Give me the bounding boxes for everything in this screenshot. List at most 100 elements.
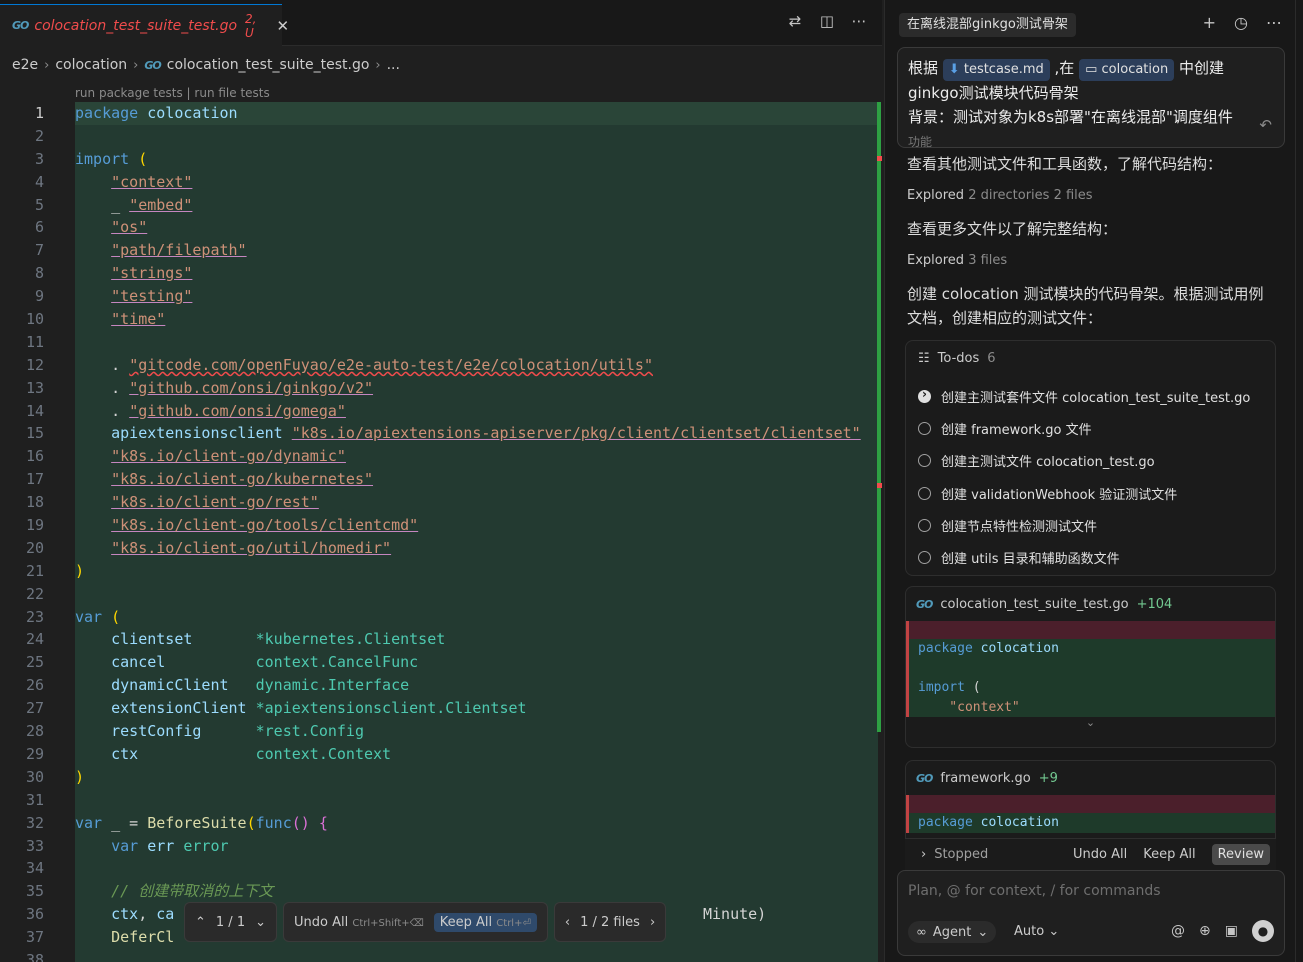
todo-item[interactable]: 创建节点特性检测测试文件 xyxy=(918,516,1097,535)
globe-icon[interactable]: ⊕ xyxy=(1199,923,1211,939)
diff-header[interactable]: GO framework.go +9 xyxy=(906,761,1275,795)
code-line[interactable]: 4 "context" xyxy=(0,171,882,194)
code-line[interactable]: 8 "strings" xyxy=(0,262,882,285)
chevron-right-icon[interactable]: › xyxy=(921,847,926,862)
code-line[interactable]: 27 extensionClient *apiextensionsclient.… xyxy=(0,697,882,720)
code-line[interactable]: 26 dynamicClient dynamic.Interface xyxy=(0,674,882,697)
code-line[interactable]: 38 xyxy=(0,949,882,962)
code-line[interactable]: 3 import ( xyxy=(0,148,882,171)
more-actions-icon[interactable]: ⋯ xyxy=(850,12,868,30)
user-message[interactable]: 根据 ⬇ testcase.md ,在 ▭ colocation 中创建 gin… xyxy=(897,47,1285,148)
model-label: Auto xyxy=(1014,924,1045,939)
line-number: 9 xyxy=(34,287,44,306)
code-line[interactable]: 30) xyxy=(0,766,882,789)
pending-circle-icon xyxy=(918,487,931,500)
review-button[interactable]: Review xyxy=(1211,844,1270,865)
code-line[interactable]: 22 xyxy=(0,583,882,606)
diff-header[interactable]: GO colocation_test_suite_test.go +104 xyxy=(906,587,1275,621)
todo-item[interactable]: 创建主测试套件文件 colocation_test_suite_test.go xyxy=(918,387,1250,406)
codelens[interactable]: run package tests | run file tests xyxy=(75,86,270,100)
chevron-down-icon[interactable]: ⌄ xyxy=(255,915,266,930)
code-line[interactable]: 20 "k8s.io/client-go/util/homedir" xyxy=(0,537,882,560)
explored-summary[interactable]: Explored 3 files xyxy=(907,253,1007,268)
code-line[interactable]: 16 "k8s.io/client-go/dynamic" xyxy=(0,445,882,468)
new-chat-icon[interactable]: + xyxy=(1203,13,1216,32)
code-line[interactable]: 12 . "gitcode.com/openFuyao/e2e-auto-tes… xyxy=(0,354,882,377)
split-editor-icon[interactable]: ◫ xyxy=(818,12,836,30)
file-diff-card[interactable]: GO colocation_test_suite_test.go +104 pa… xyxy=(905,586,1276,748)
breadcrumb-item[interactable]: colocation xyxy=(55,57,127,73)
folder-context-chip[interactable]: ▭ colocation xyxy=(1079,59,1175,81)
code-text: restConfig *rest.Config xyxy=(111,722,364,741)
code-line[interactable]: 2 xyxy=(0,125,882,148)
code-line[interactable]: 35 // 创建带取消的上下文 xyxy=(0,880,882,903)
expand-chevron-icon[interactable]: ⌄ xyxy=(906,717,1275,731)
more-icon[interactable]: ⋯ xyxy=(1266,13,1282,32)
todo-item[interactable]: 创建主测试文件 colocation_test.go xyxy=(918,451,1155,470)
composer-input[interactable]: Plan, @ for context, / for commands xyxy=(908,883,1161,899)
undo-all-button[interactable]: Undo All Ctrl+Shift+⌫ xyxy=(294,915,424,930)
code-line[interactable]: 18 "k8s.io/client-go/rest" xyxy=(0,491,882,514)
editor-tab[interactable]: GO colocation_test_suite_test.go 2, U ✕ xyxy=(0,4,289,46)
todo-item[interactable]: 创建 utils 目录和辅助函数文件 xyxy=(918,548,1120,567)
code-text: ctx, ca Minute) xyxy=(75,903,766,926)
code-line[interactable]: 17 "k8s.io/client-go/kubernetes" xyxy=(0,468,882,491)
code-line[interactable]: 15 apiextensionsclient "k8s.io/apiextens… xyxy=(0,422,882,445)
code-line[interactable]: 31 xyxy=(0,789,882,812)
compare-changes-icon[interactable]: ⇄ xyxy=(786,12,804,30)
image-icon[interactable]: ▣ xyxy=(1225,923,1238,939)
code-line[interactable]: 21) xyxy=(0,560,882,583)
code-line[interactable]: 7 "path/filepath" xyxy=(0,239,882,262)
diff-deleted-row xyxy=(906,795,1275,813)
line-number: 18 xyxy=(25,493,44,512)
chevron-left-icon[interactable]: ‹ xyxy=(565,915,570,930)
code-line[interactable]: 23 var ( xyxy=(0,606,882,629)
code-text: // 创建带取消的上下文 xyxy=(111,882,274,901)
code-line[interactable]: 6 "os" xyxy=(0,216,882,239)
code-line[interactable]: 24 clientset *kubernetes.Clientset xyxy=(0,628,882,651)
code-line[interactable]: 32 var _ = BeforeSuite(func() { xyxy=(0,812,882,835)
agent-mode-dropdown[interactable]: ∞ Agent ⌄ xyxy=(908,921,997,943)
chevron-up-icon[interactable]: ⌃ xyxy=(195,915,206,930)
code-lines[interactable]: 1 package colocation 2 3 import (4 "context"… xyxy=(0,102,882,962)
code-line[interactable]: 11 xyxy=(0,331,882,354)
in-progress-icon xyxy=(918,387,931,403)
todo-header[interactable]: ☷ To-dos 6 xyxy=(918,351,996,366)
code-line[interactable]: 9 "testing" xyxy=(0,285,882,308)
close-icon[interactable]: ✕ xyxy=(277,17,290,35)
todo-label: 创建 validationWebhook 验证测试文件 xyxy=(941,488,1178,503)
explored-summary[interactable]: Explored 2 directories 2 files xyxy=(907,188,1093,203)
code-line[interactable]: 13 . "github.com/onsi/ginkgo/v2" xyxy=(0,377,882,400)
code-line[interactable]: 25 cancel context.CancelFunc xyxy=(0,651,882,674)
model-dropdown[interactable]: Auto ⌄ xyxy=(1014,924,1059,939)
keep-all-button[interactable]: Keep All xyxy=(1143,847,1195,862)
code-line[interactable]: 10 "time" xyxy=(0,308,882,331)
chat-tab[interactable]: 在离线混部ginkgo测试骨架 xyxy=(899,13,1076,37)
change-counter: 1 / 1 xyxy=(215,914,246,930)
history-icon[interactable]: ◷ xyxy=(1234,13,1248,32)
microphone-icon[interactable]: ● xyxy=(1252,920,1274,942)
chat-header-actions: + ◷ ⋯ xyxy=(1203,13,1282,32)
code-line[interactable]: 19 "k8s.io/client-go/tools/clientcmd" xyxy=(0,514,882,537)
mention-icon[interactable]: @ xyxy=(1171,923,1185,939)
code-line[interactable]: 1 package colocation xyxy=(0,102,882,125)
chevron-right-icon[interactable]: › xyxy=(650,915,655,930)
code-line[interactable]: 29 ctx context.Context xyxy=(0,743,882,766)
breadcrumb-item[interactable]: colocation_test_suite_test.go xyxy=(167,57,370,73)
line-number: 35 xyxy=(25,882,44,901)
code-line[interactable]: 33 var err error xyxy=(0,835,882,858)
todo-item[interactable]: 创建 validationWebhook 验证测试文件 xyxy=(918,484,1177,503)
code-line[interactable]: 14 . "github.com/onsi/gomega" xyxy=(0,400,882,423)
code-line[interactable]: 5 _ "embed" xyxy=(0,194,882,217)
breadcrumb-item[interactable]: e2e xyxy=(12,57,38,73)
assistant-message: 查看更多文件以了解完整结构： xyxy=(907,220,1118,238)
undo-all-button[interactable]: Undo All xyxy=(1073,847,1127,862)
todo-item[interactable]: 创建 framework.go 文件 xyxy=(918,419,1092,438)
restore-icon[interactable]: ↶ xyxy=(1259,113,1272,137)
code-line[interactable]: 28 restConfig *rest.Config xyxy=(0,720,882,743)
file-navigator: ‹ 1 / 2 files › xyxy=(553,902,667,942)
code-line[interactable]: 34 xyxy=(0,857,882,880)
breadcrumb-item[interactable]: ... xyxy=(387,57,400,73)
file-context-chip[interactable]: ⬇ testcase.md xyxy=(942,59,1050,81)
keep-all-button[interactable]: Keep All Ctrl+⏎ xyxy=(433,912,537,932)
